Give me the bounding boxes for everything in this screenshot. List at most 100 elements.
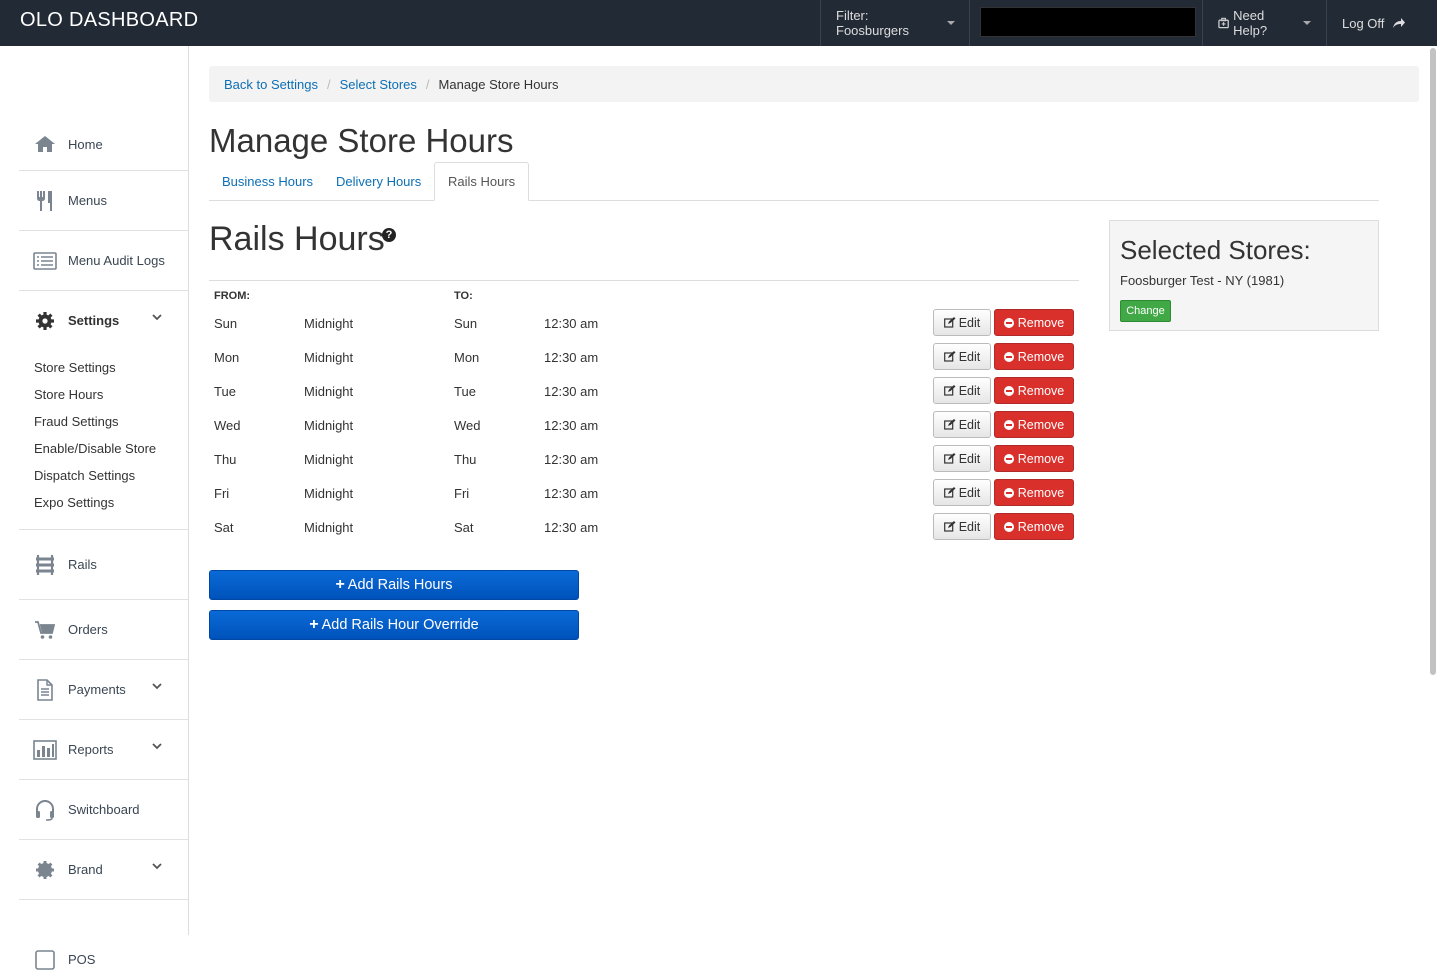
remove-button[interactable]: Remove (994, 377, 1074, 404)
sidebar-item-switchboard[interactable]: Switchboard (19, 779, 188, 839)
sidebar-item-brand[interactable]: Brand (19, 839, 188, 899)
from-day-cell: Wed (214, 418, 241, 433)
edit-button[interactable]: Edit (933, 513, 991, 540)
breadcrumb-current: Manage Store Hours (438, 76, 559, 92)
edit-button[interactable]: Edit (933, 343, 991, 370)
sidebar-item-menu-audit-logs[interactable]: Menu Audit Logs (19, 230, 188, 290)
badge-icon (33, 858, 57, 882)
from-time-cell: Midnight (304, 350, 354, 365)
sidebar-item-reports[interactable]: Reports (19, 719, 188, 779)
gear-icon (33, 309, 57, 333)
settings-sub-store-hours[interactable]: Store Hours (34, 387, 103, 402)
page-scrollbar[interactable] (1430, 48, 1436, 675)
settings-sub-dispatch-settings[interactable]: Dispatch Settings (34, 468, 135, 483)
edit-button[interactable]: Edit (933, 479, 991, 506)
sidebar-item-label: Reports (68, 742, 114, 757)
sidebar-item-pos[interactable]: POS (19, 899, 188, 970)
sidebar-item-label: Settings (68, 313, 120, 328)
remove-button[interactable]: Remove (994, 343, 1074, 370)
tab-business-hours[interactable]: Business Hours (209, 162, 326, 200)
from-time-cell: Midnight (304, 316, 354, 331)
settings-sub-fraud-settings[interactable]: Fraud Settings (34, 414, 119, 429)
selected-stores-panel: Selected Stores: Foosburger Test - NY (1… (1109, 220, 1379, 331)
question-circle-icon[interactable]: ? (382, 228, 396, 242)
chevron-down-icon (152, 743, 162, 750)
to-time-cell: 12:30 am (544, 316, 599, 331)
section-divider (209, 280, 1079, 281)
to-day-cell: Thu (454, 452, 477, 467)
from-time-cell: Midnight (304, 418, 354, 433)
chevron-down-icon (152, 863, 162, 870)
from-time-cell: Midnight (304, 486, 354, 501)
utensils-icon (33, 189, 57, 213)
from-time-cell: Midnight (304, 452, 354, 467)
edit-icon (943, 317, 956, 328)
minus-circle-icon (1003, 317, 1014, 328)
edit-label: Edit (958, 485, 981, 500)
section-title: Rails Hours (209, 220, 385, 258)
change-stores-button[interactable]: Change (1120, 300, 1171, 322)
sidebar-item-label: POS (68, 952, 96, 967)
selected-store-name: Foosburger Test - NY (1981) (1120, 273, 1285, 288)
remove-button[interactable]: Remove (994, 479, 1074, 506)
edit-button[interactable]: Edit (933, 377, 991, 404)
remove-label: Remove (1017, 485, 1065, 500)
add-rails-hours-button[interactable]: + Add Rails Hours (209, 570, 579, 600)
edit-label: Edit (958, 383, 981, 398)
remove-button[interactable]: Remove (994, 411, 1074, 438)
sidebar-item-home[interactable]: Home (19, 114, 188, 174)
edit-button[interactable]: Edit (933, 309, 991, 336)
breadcrumb: Back to Settings / Select Stores / Manag… (209, 66, 1419, 102)
need-help-dropdown[interactable]: Need Help? (1202, 0, 1326, 46)
sidebar-item-label: Orders (68, 622, 108, 637)
document-icon (33, 678, 57, 702)
sidebar-item-menus[interactable]: Menus (19, 170, 188, 230)
settings-sub-expo-settings[interactable]: Expo Settings (34, 495, 114, 510)
log-off-button[interactable]: Log Off (1326, 0, 1426, 46)
sidebar-item-settings[interactable]: Settings (19, 290, 188, 350)
page-title: Manage Store Hours (209, 122, 514, 159)
from-day-cell: Mon (214, 350, 240, 365)
sidebar-item-label: Brand (68, 862, 103, 877)
minus-circle-icon (1003, 385, 1014, 396)
top-navbar: OLO DASHBOARD Filter: Foosburgers Need H… (0, 0, 1437, 46)
add-rails-hour-override-button[interactable]: + Add Rails Hour Override (209, 610, 579, 640)
minus-circle-icon (1003, 351, 1014, 362)
to-day-cell: Sun (454, 316, 478, 331)
caret-down-icon (1303, 21, 1311, 25)
settings-sub-store-settings[interactable]: Store Settings (34, 360, 116, 375)
minus-circle-icon (1003, 487, 1014, 498)
from-day-cell: Sat (214, 520, 234, 535)
remove-button[interactable]: Remove (994, 445, 1074, 472)
minus-circle-icon (1003, 521, 1014, 532)
bar-chart-icon (33, 738, 57, 762)
remove-label: Remove (1017, 349, 1065, 364)
sidebar-item-orders[interactable]: Orders (19, 599, 188, 659)
sidebar-item-rails[interactable]: Rails (19, 529, 188, 599)
edit-icon (943, 487, 956, 498)
edit-label: Edit (958, 349, 981, 364)
remove-button[interactable]: Remove (994, 309, 1074, 336)
edit-button[interactable]: Edit (933, 445, 991, 472)
tab-rails-hours[interactable]: Rails Hours (434, 162, 530, 201)
from-day-cell: Thu (214, 452, 237, 467)
remove-button[interactable]: Remove (994, 513, 1074, 540)
from-header: FROM: (214, 290, 251, 302)
to-day-cell: Tue (454, 384, 476, 399)
brand-logo[interactable]: OLO DASHBOARD (20, 9, 198, 32)
breadcrumb-select-stores[interactable]: Select Stores (340, 77, 417, 92)
tab-delivery-hours[interactable]: Delivery Hours (323, 162, 434, 200)
settings-sub-enable-disable-store[interactable]: Enable/Disable Store (34, 441, 156, 456)
remove-label: Remove (1017, 383, 1065, 398)
caret-down-icon (947, 21, 955, 25)
to-time-cell: 12:30 am (544, 520, 599, 535)
minus-circle-icon (1003, 419, 1014, 430)
pos-icon (33, 948, 57, 972)
medkit-icon (1218, 17, 1229, 29)
edit-button[interactable]: Edit (933, 411, 991, 438)
store-filter-dropdown[interactable]: Filter: Foosburgers (820, 0, 970, 46)
rails-icon (33, 553, 57, 577)
sidebar-item-payments[interactable]: Payments (19, 659, 188, 719)
breadcrumb-back-to-settings[interactable]: Back to Settings (224, 77, 318, 92)
to-header: TO: (454, 290, 473, 302)
